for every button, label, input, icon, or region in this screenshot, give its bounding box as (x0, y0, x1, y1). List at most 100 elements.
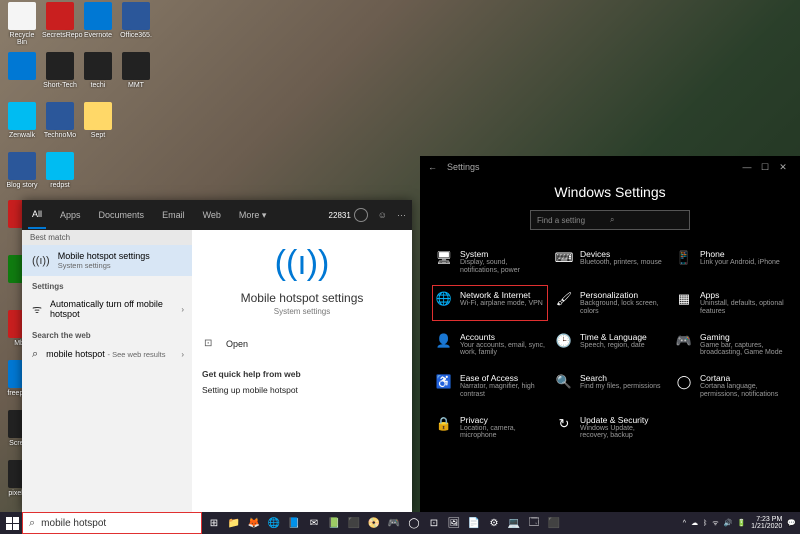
category-desc: Game bar, captures, broadcasting, Game M… (700, 342, 785, 357)
settings-category-system[interactable]: 🖥SystemDisplay, sound, notifications, po… (432, 244, 548, 279)
open-action[interactable]: ⊡ Open (202, 334, 402, 353)
quick-help-link[interactable]: Setting up mobile hotspot (202, 385, 402, 395)
icon-label: Sept (80, 132, 116, 139)
settings-category-time-language[interactable]: 🕒Time & LanguageSpeech, region, date (552, 327, 668, 362)
category-title: Accounts (460, 332, 545, 342)
rewards-points[interactable]: 22831 (329, 208, 368, 222)
points-value: 22831 (329, 211, 351, 220)
search-tab-apps[interactable]: Apps (56, 202, 85, 228)
search-tab-all[interactable]: All (28, 201, 46, 229)
open-icon: ⊡ (204, 338, 218, 349)
taskbar-app[interactable]: ◯ (404, 513, 424, 533)
settings-category-cortana[interactable]: ◯CortanaCortana language, permissions, n… (672, 368, 788, 403)
close-button[interactable]: ✕ (774, 162, 792, 173)
chevron-right-icon: › (181, 305, 184, 314)
time: 7:23 PM (751, 516, 782, 523)
taskbar-app[interactable]: 🎮 (384, 513, 404, 533)
settings-grid: 🖥SystemDisplay, sound, notifications, po… (420, 244, 800, 445)
detail-sub: System settings (202, 307, 402, 316)
best-match-result[interactable]: ((ı)) Mobile hotspot settings System set… (22, 245, 192, 276)
category-desc: Find my files, permissions (580, 383, 661, 391)
settings-category-search[interactable]: 🔍SearchFind my files, permissions (552, 368, 668, 403)
desktop-icon[interactable]: Recycle Bin (4, 2, 40, 46)
wifi-icon[interactable]: ᯤ (712, 519, 718, 528)
desktop-icon[interactable]: techi (80, 52, 116, 89)
desktop-icon[interactable]: Short-Tech (42, 52, 78, 89)
desktop-icon[interactable]: Blog story (4, 152, 40, 189)
web-result[interactable]: ⌕ mobile hotspot - See web results › (22, 342, 192, 367)
desktop-icon[interactable]: Evernote (80, 2, 116, 39)
desktop-icon[interactable]: SecretsRepo (42, 2, 78, 39)
start-button[interactable] (2, 513, 22, 533)
maximize-button[interactable]: ☐ (756, 162, 774, 173)
taskbar-app[interactable]: 📘 (284, 513, 304, 533)
more-icon[interactable]: ⋯ (397, 210, 406, 221)
back-icon[interactable]: ← (428, 162, 437, 172)
search-query-text: mobile hotspot (41, 518, 106, 529)
desktop-icon[interactable]: MMT (118, 52, 154, 89)
icon-image (8, 102, 36, 130)
feedback-icon[interactable]: ☺ (378, 210, 387, 220)
volume-icon[interactable]: 🔊 (724, 519, 733, 527)
taskbar-app[interactable]: 🦊 (244, 513, 264, 533)
taskbar-app[interactable]: ✉ (304, 513, 324, 533)
settings-category-privacy[interactable]: 🔒PrivacyLocation, camera, microphone (432, 410, 548, 445)
taskbar-app[interactable]: 📁 (224, 513, 244, 533)
taskbar-search-box[interactable]: ⌕ mobile hotspot (22, 512, 202, 534)
taskbar-app[interactable]: 🌐 (264, 513, 284, 533)
category-icon: 🖥 (435, 249, 453, 267)
taskbar-app[interactable]: ⬛ (344, 513, 364, 533)
category-desc: Bluetooth, printers, mouse (580, 259, 662, 267)
category-desc: Narrator, magnifier, high contrast (460, 383, 545, 398)
taskbar-app[interactable]: ⊡ (424, 513, 444, 533)
notifications-icon[interactable]: 💬 (787, 519, 796, 527)
category-desc: Wi-Fi, airplane mode, VPN (460, 300, 543, 308)
search-detail-pane: ((ı)) Mobile hotspot settings System set… (192, 230, 412, 512)
settings-result[interactable]: ᯤ Automatically turn off mobile hotspot … (22, 293, 192, 325)
desktop-icon[interactable]: Zenwalk (4, 102, 40, 139)
taskbar-app[interactable]: 📀 (364, 513, 384, 533)
search-tab-documents[interactable]: Documents (95, 202, 149, 228)
settings-category-apps[interactable]: ▦AppsUninstall, defaults, optional featu… (672, 285, 788, 320)
clock[interactable]: 7:23 PM 1/21/2020 (751, 516, 782, 530)
settings-category-phone[interactable]: 📱PhoneLink your Android, iPhone (672, 244, 788, 279)
settings-category-accounts[interactable]: 👤AccountsYour accounts, email, sync, wor… (432, 327, 548, 362)
taskbar-app[interactable]: 📗 (324, 513, 344, 533)
system-tray[interactable]: ^ ☁ ᛒ ᯤ 🔊 🔋 7:23 PM 1/21/2020 💬 (683, 516, 798, 530)
desktop-icon[interactable]: Sept (80, 102, 116, 139)
taskbar-app[interactable]: 🖼 (444, 513, 464, 533)
settings-category-update-security[interactable]: ↻Update & SecurityWindows Update, recove… (552, 410, 668, 445)
minimize-button[interactable]: — (738, 162, 756, 172)
tray-icon[interactable]: ^ (683, 520, 686, 527)
onedrive-icon[interactable]: ☁ (691, 519, 698, 527)
taskbar-app[interactable]: ⬛ (544, 513, 564, 533)
icon-label: Recycle Bin (4, 32, 40, 46)
category-title: Devices (580, 249, 662, 259)
desktop-icon[interactable] (4, 52, 40, 82)
taskbar-app[interactable]: ⚙ (484, 513, 504, 533)
taskbar-app[interactable]: 🗔 (524, 513, 544, 533)
search-tab-web[interactable]: Web (199, 202, 225, 228)
battery-icon[interactable]: 🔋 (737, 519, 746, 527)
task-view-button[interactable]: ⊞ (204, 513, 224, 533)
desktop-icon[interactable]: redpst (42, 152, 78, 189)
category-icon: 🖌 (555, 290, 573, 308)
date: 1/21/2020 (751, 523, 782, 530)
bluetooth-icon[interactable]: ᛒ (703, 520, 707, 527)
desktop-icon[interactable]: TechnoMo (42, 102, 78, 139)
settings-category-network-internet[interactable]: 🌐Network & InternetWi-Fi, airplane mode,… (432, 285, 548, 320)
settings-category-ease-of-access[interactable]: ♿Ease of AccessNarrator, magnifier, high… (432, 368, 548, 403)
icon-label: SecretsRepo (42, 32, 78, 39)
settings-category-devices[interactable]: ⌨DevicesBluetooth, printers, mouse (552, 244, 668, 279)
icon-image (46, 2, 74, 30)
search-tab-more[interactable]: More ▾ (235, 202, 271, 229)
settings-search-input[interactable]: Find a setting ⌕ (530, 210, 690, 230)
category-title: System (460, 249, 545, 259)
settings-category-personalization[interactable]: 🖌PersonalizationBackground, lock screen,… (552, 285, 668, 320)
category-desc: Link your Android, iPhone (700, 259, 780, 267)
desktop-icon[interactable]: Office365. (118, 2, 154, 39)
taskbar-app[interactable]: 📄 (464, 513, 484, 533)
search-tab-email[interactable]: Email (158, 202, 189, 228)
taskbar-app[interactable]: 💻 (504, 513, 524, 533)
settings-category-gaming[interactable]: 🎮GamingGame bar, captures, broadcasting,… (672, 327, 788, 362)
